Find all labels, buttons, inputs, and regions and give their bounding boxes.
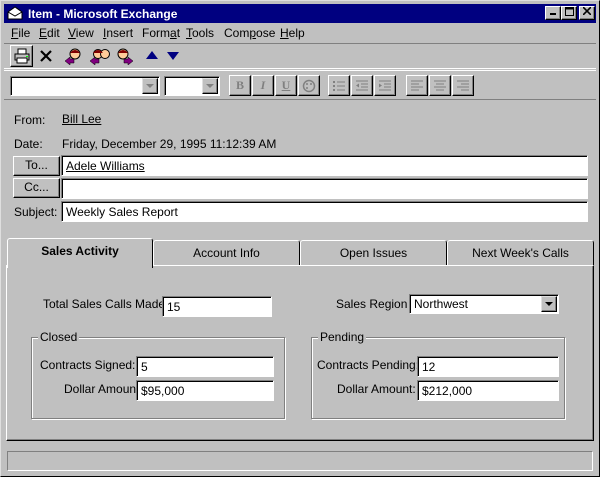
sales-region-dropdown[interactable] [541,296,557,312]
menu-compose[interactable]: Compose [224,26,275,40]
total-calls-field[interactable]: 15 [162,296,272,317]
menu-file[interactable]: File [11,26,30,40]
menu-edit[interactable]: Edit [39,26,60,40]
contracts-signed-label: Contracts Signed: [40,358,136,372]
title-bar[interactable]: Item - Microsoft Exchange [4,4,596,23]
chevron-down-icon [146,84,154,88]
from-value[interactable]: Bill Lee [62,112,101,126]
sales-region-select[interactable]: Northwest [409,294,559,314]
delete-button[interactable] [34,45,57,67]
subject-label: Subject: [14,205,58,219]
decrease-indent-icon [356,80,368,90]
align-left-button[interactable] [406,75,428,96]
to-button[interactable]: To... [13,156,60,176]
message-header: From: Bill Lee Date: Friday, December 29… [4,101,596,231]
tab-account-info[interactable]: Account Info [153,240,300,266]
tab-sales-activity[interactable]: Sales Activity [7,238,153,268]
closed-group-title: Closed [38,330,80,344]
reply-all-button[interactable] [88,45,111,67]
cc-button[interactable]: Cc... [13,178,60,198]
pending-dollar-amount-label: Dollar Amount: [337,382,416,396]
font-name-dropdown[interactable] [142,78,158,94]
delete-icon [39,50,52,62]
align-right-button[interactable] [452,75,474,96]
bullets-button[interactable] [328,75,350,96]
cc-field[interactable] [61,178,588,199]
palette-icon [302,79,316,92]
contracts-signed-field[interactable]: 5 [136,356,274,377]
font-size-dropdown[interactable] [202,78,218,94]
menu-insert[interactable]: Insert [103,26,133,40]
sales-region-label: Sales Region [336,297,408,311]
next-item-button[interactable] [161,45,184,67]
bold-button[interactable]: B [229,75,251,96]
color-button[interactable] [298,75,320,96]
total-calls-label: Total Sales Calls Made: [43,297,169,311]
closed-dollar-amount-field[interactable]: $95,000 [136,380,274,401]
standard-toolbar [4,43,596,69]
to-field[interactable]: Adele Williams [61,155,588,176]
sales-activity-panel: Total Sales Calls Made: 15 Sales Region … [6,265,594,441]
contracts-pending-label: Contracts Pending: [317,358,420,372]
previous-item-button[interactable] [140,45,163,67]
date-label: Date: [14,137,43,151]
italic-button[interactable]: I [252,75,274,96]
font-size-combo[interactable] [164,76,220,96]
pending-group-title: Pending [318,330,367,344]
contracts-pending-field[interactable]: 12 [417,356,559,377]
status-bar [4,448,596,474]
align-left-icon [411,80,423,90]
align-center-icon [434,80,446,90]
font-name-combo[interactable] [10,76,160,96]
minimize-icon [550,13,556,15]
minimize-button[interactable] [545,6,561,20]
menu-view[interactable]: View [68,26,94,40]
date-value: Friday, December 29, 1995 11:12:39 AM [62,137,277,151]
tab-control: Sales Activity Account Info Open Issues … [4,238,596,443]
closed-dollar-amount-label: Dollar Amount: [64,382,143,396]
reply-button[interactable] [62,45,85,67]
close-button[interactable] [579,6,595,20]
increase-indent-button[interactable] [374,75,396,96]
previous-item-icon [145,51,158,59]
closed-groupbox: Closed Contracts Signed: 5 Dollar Amount… [31,330,285,419]
pending-groupbox: Pending Contracts Pending: 12 Dollar Amo… [311,330,565,419]
tab-open-issues[interactable]: Open Issues [300,240,447,266]
align-right-icon [457,80,469,90]
printer-icon [14,48,29,64]
decrease-indent-button[interactable] [351,75,373,96]
align-center-button[interactable] [429,75,451,96]
formatting-toolbar: B I U [4,70,596,100]
forward-button[interactable] [112,45,135,67]
reply-icon [64,48,80,65]
from-label: From: [14,113,46,127]
pending-dollar-amount-field[interactable]: $212,000 [417,380,559,401]
reply-all-icon [89,49,110,65]
next-item-icon [166,52,179,60]
bullet-list-icon [333,80,345,91]
underline-button[interactable]: U [275,75,297,96]
menu-help[interactable]: Help [280,26,305,40]
menu-format[interactable]: Format [142,26,180,40]
chevron-down-icon [206,84,214,88]
maximize-icon [564,7,574,16]
menu-bar: File Edit View Insert Format Tools Compo… [4,24,596,42]
exchange-item-window: Item - Microsoft Exchange File Edit View… [0,0,600,477]
tab-next-weeks-calls[interactable]: Next Week's Calls [447,240,594,266]
status-panel [7,451,593,471]
print-button[interactable] [10,45,33,67]
chevron-down-icon [545,302,553,306]
menu-tools[interactable]: Tools [186,26,214,40]
subject-field[interactable]: Weekly Sales Report [61,201,588,222]
increase-indent-icon [379,80,391,90]
maximize-button[interactable] [561,6,577,20]
forward-icon [117,48,133,65]
envelope-app-icon [7,6,23,20]
close-icon [582,6,592,16]
window-title: Item - Microsoft Exchange [28,7,178,21]
